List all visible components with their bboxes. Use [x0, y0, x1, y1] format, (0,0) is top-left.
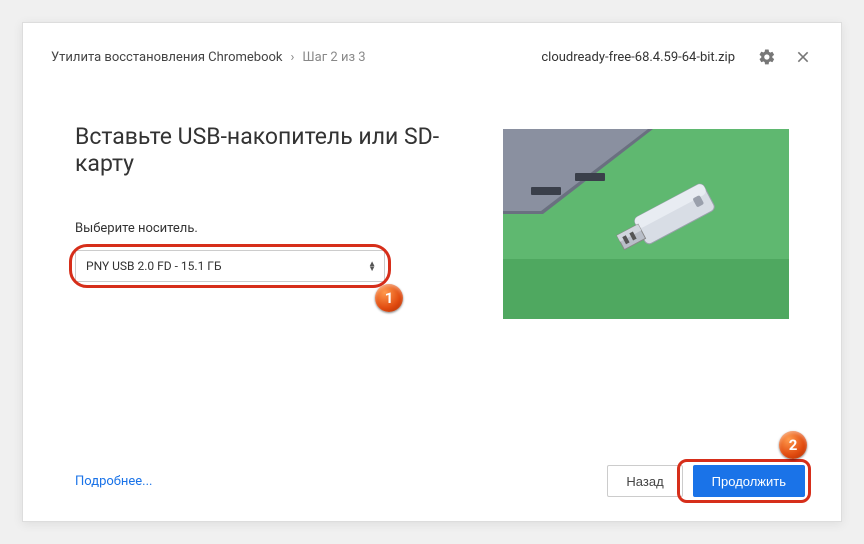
media-select-label: Выберите носитель.: [75, 221, 483, 236]
dialog-footer: Подробнее... Назад Продолжить 2: [75, 465, 805, 497]
settings-button[interactable]: [753, 43, 781, 71]
recovery-dialog: Утилита восстановления Chromebook › Шаг …: [22, 22, 842, 522]
annotation-badge-1: 1: [375, 284, 403, 312]
select-arrows-icon: ▲▼: [368, 261, 376, 271]
usb-illustration: [503, 129, 789, 319]
dialog-header: Утилита восстановления Chromebook › Шаг …: [23, 23, 841, 83]
breadcrumb-sep: ›: [291, 50, 295, 65]
close-icon: [795, 49, 811, 65]
dialog-content: Вставьте USB-накопитель или SD-карту Выб…: [23, 83, 841, 319]
app-title: Утилита восстановления Chromebook: [51, 50, 283, 65]
page-heading: Вставьте USB-накопитель или SD-карту: [75, 123, 483, 177]
back-button[interactable]: Назад: [607, 465, 682, 497]
media-select[interactable]: PNY USB 2.0 FD - 15.1 ГБ ▲▼: [75, 250, 385, 282]
filename-label: cloudready-free-68.4.59-64-bit.zip: [541, 50, 735, 65]
continue-button[interactable]: Продолжить: [693, 465, 805, 497]
step-indicator: Шаг 2 из 3: [302, 50, 365, 65]
more-link[interactable]: Подробнее...: [75, 474, 152, 489]
media-select-value: PNY USB 2.0 FD - 15.1 ГБ: [86, 259, 222, 273]
close-button[interactable]: [789, 43, 817, 71]
gear-icon: [758, 48, 776, 66]
annotation-badge-2: 2: [779, 431, 807, 459]
